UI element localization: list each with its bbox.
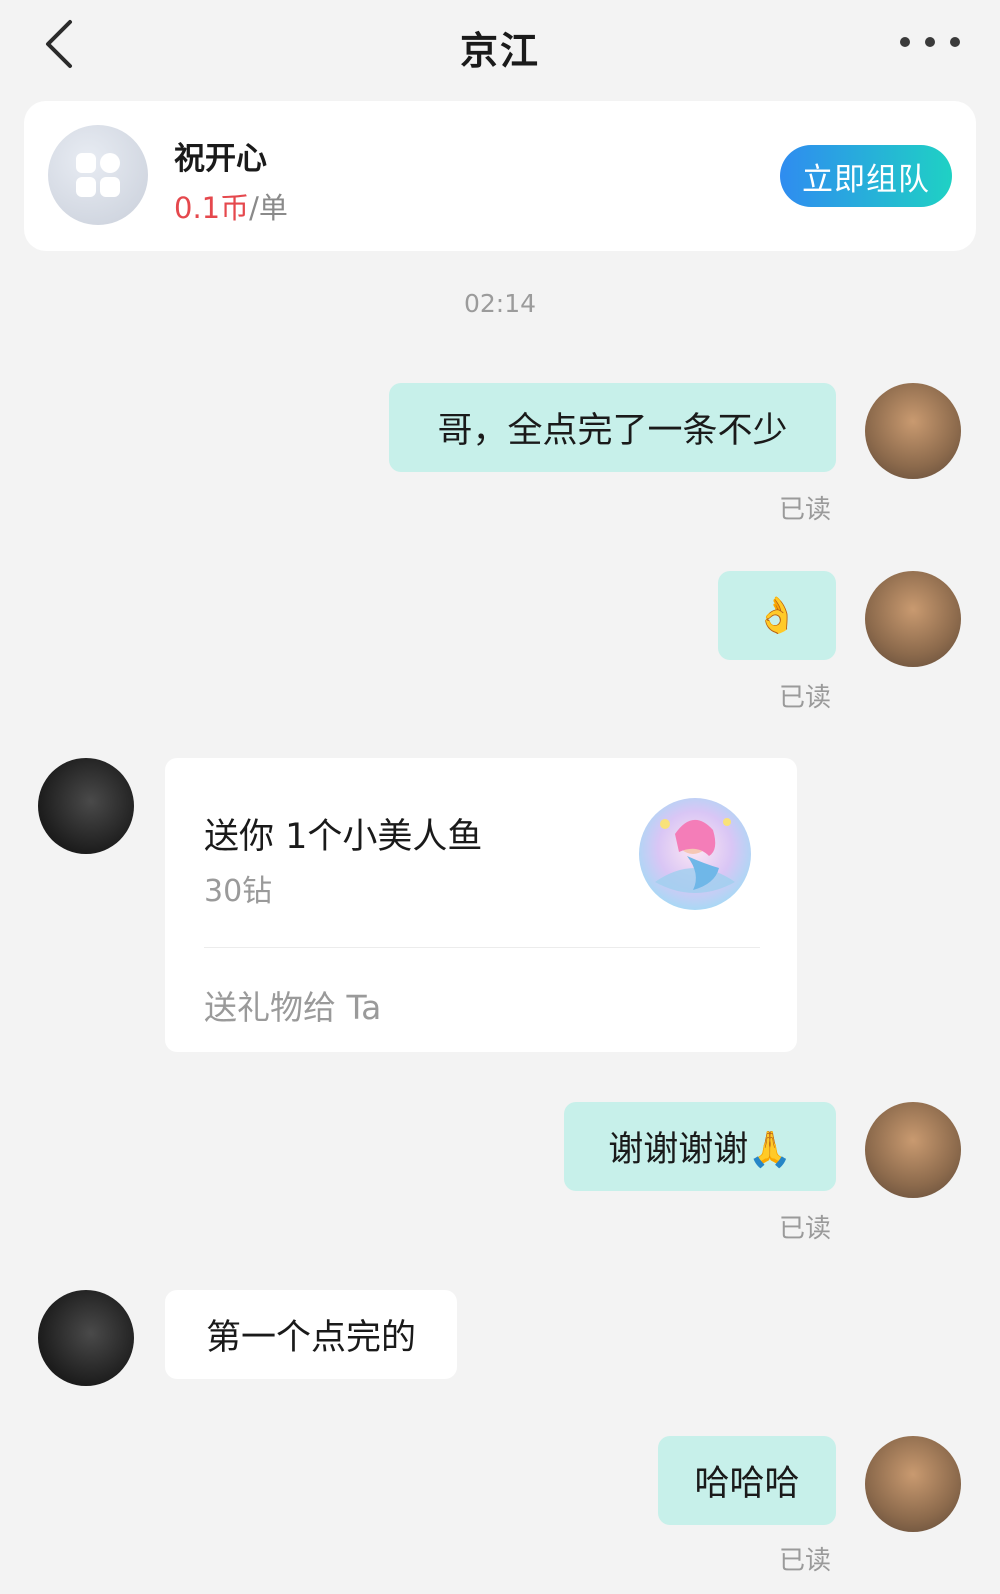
- my-avatar[interactable]: [865, 383, 961, 479]
- read-status: 已读: [779, 683, 832, 713]
- contact-avatar[interactable]: [38, 1290, 134, 1386]
- my-avatar[interactable]: [865, 571, 961, 667]
- more-icon-dot: [925, 37, 935, 47]
- more-button[interactable]: [900, 24, 960, 60]
- message-bubble-sent[interactable]: 👌: [718, 571, 836, 660]
- service-name: 祝开心: [174, 141, 267, 177]
- read-status: 已读: [779, 495, 832, 525]
- more-icon: [900, 37, 910, 47]
- mermaid-gift-icon: [635, 794, 755, 914]
- gift-price: 30钻: [204, 874, 273, 909]
- price-value: 0.1币: [174, 191, 250, 225]
- service-price: 0.1币/单: [174, 185, 288, 227]
- message-timestamp: 02:14: [463, 289, 537, 318]
- message-bubble-sent[interactable]: 哈哈哈: [658, 1436, 836, 1525]
- my-avatar[interactable]: [865, 1102, 961, 1198]
- gift-card[interactable]: 送你 1个小美人鱼 30钻 送礼物给 Ta: [165, 758, 797, 1052]
- page-title: 京江: [459, 29, 540, 73]
- service-card[interactable]: 祝开心 0.1币/单 立即组队: [24, 101, 976, 251]
- more-icon-dot: [950, 37, 960, 47]
- message-bubble-sent[interactable]: 哥，全点完了一条不少: [389, 383, 836, 472]
- send-gift-link[interactable]: 送礼物给 Ta: [204, 981, 381, 1029]
- team-up-button[interactable]: 立即组队: [780, 145, 952, 207]
- read-status: 已读: [779, 1214, 832, 1244]
- read-status: 已读: [779, 1546, 832, 1576]
- divider: [204, 947, 760, 948]
- apps-icon: [48, 125, 148, 225]
- message-bubble-sent[interactable]: 谢谢谢谢🙏: [564, 1102, 836, 1191]
- price-unit: /单: [249, 191, 288, 225]
- gift-title: 送你 1个小美人鱼: [204, 817, 483, 857]
- contact-avatar[interactable]: [38, 758, 134, 854]
- my-avatar[interactable]: [865, 1436, 961, 1532]
- message-bubble-received[interactable]: 第一个点完的: [165, 1290, 457, 1379]
